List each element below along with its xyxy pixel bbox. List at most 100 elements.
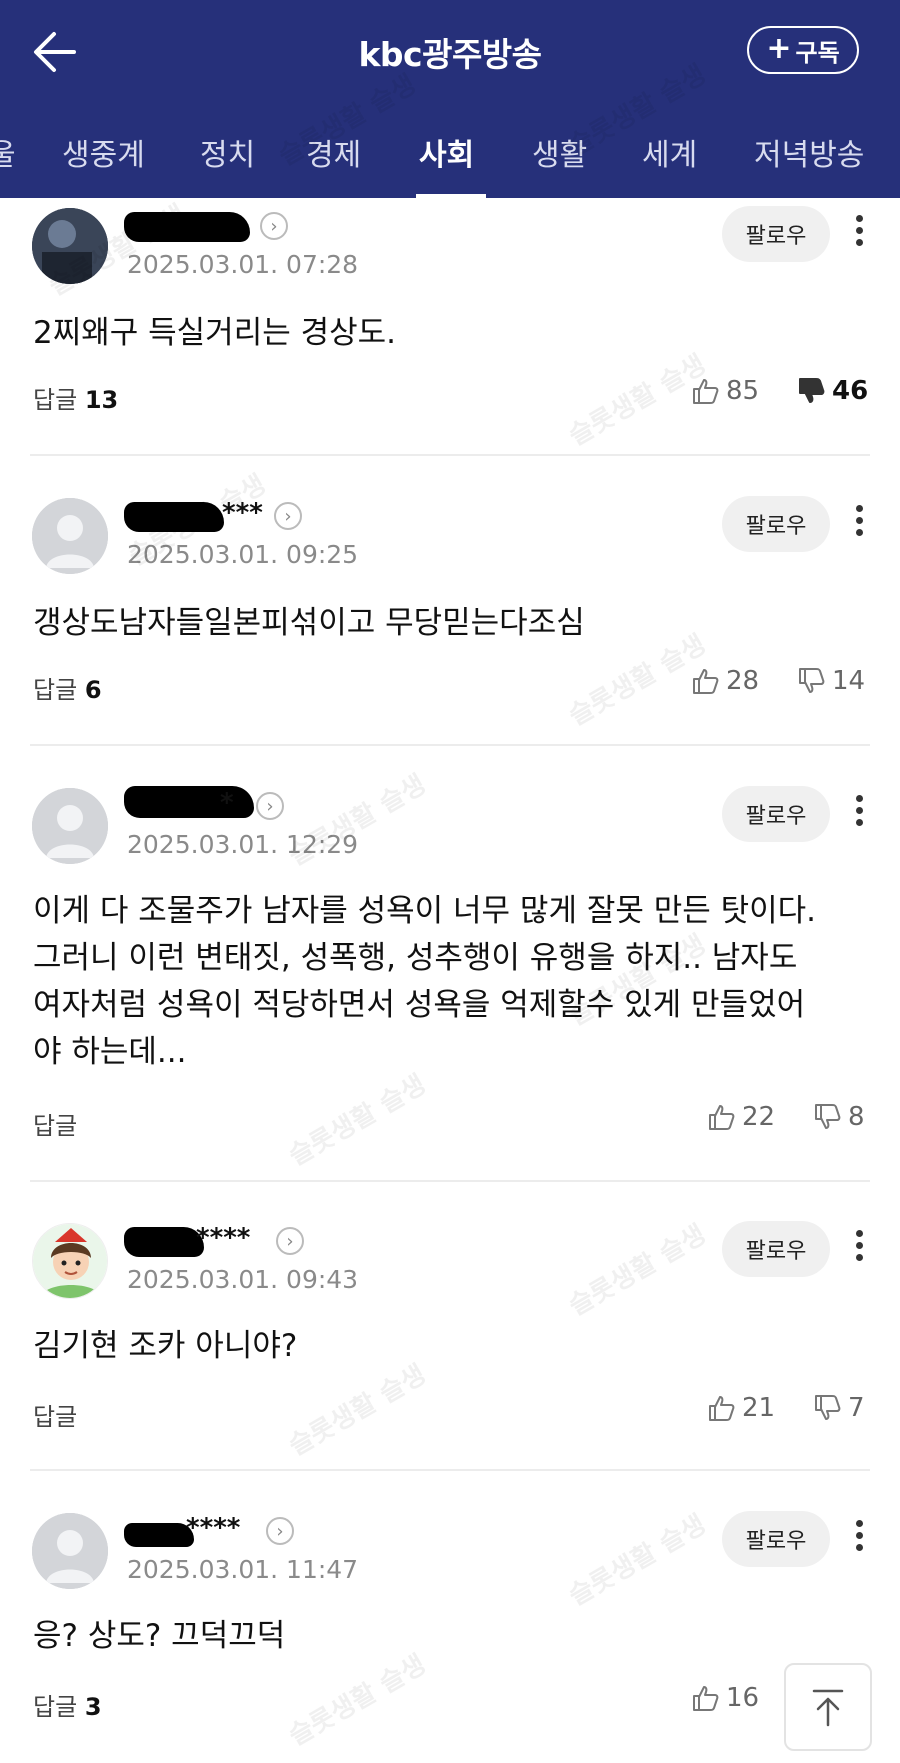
comment-text: 갱상도남자들일본피섞이고 무당믿는다조심: [33, 605, 585, 641]
reply-label: 답글: [33, 1112, 78, 1140]
thumbs-up-icon: [693, 669, 719, 694]
dislike-button[interactable]: 46: [796, 376, 868, 406]
like-count: 22: [742, 1102, 776, 1132]
watermark: 슬롯생활 슬생: [283, 1069, 432, 1172]
active-tab-indicator: [416, 194, 486, 198]
more-options-icon[interactable]: [848, 212, 870, 252]
dislike-button[interactable]: 7: [812, 1393, 865, 1423]
reply-count: 13: [84, 386, 119, 414]
more-options-icon[interactable]: [848, 1227, 870, 1267]
thumbs-up-icon: [693, 1686, 719, 1711]
thumbs-down-icon: [799, 668, 825, 693]
avatar[interactable]: [32, 1223, 108, 1299]
like-count: 85: [726, 376, 760, 406]
like-button[interactable]: 85: [690, 376, 759, 406]
dislike-count: 14: [832, 666, 866, 696]
like-button[interactable]: 22: [706, 1102, 775, 1132]
tab-society[interactable]: 사회: [419, 130, 474, 174]
reply-link[interactable]: 답글: [33, 1106, 77, 1141]
chevron-right-icon[interactable]: ›: [266, 1517, 294, 1545]
like-button[interactable]: 16: [690, 1683, 759, 1713]
reply-link[interactable]: 답글: [33, 1397, 77, 1432]
subscribe-label: 구독: [795, 38, 840, 67]
comment-timestamp: 2025.03.01. 07:28: [127, 250, 359, 279]
follow-button[interactable]: 팔로우: [722, 206, 830, 262]
comment-timestamp: 2025.03.01. 11:47: [127, 1555, 359, 1584]
more-options-icon[interactable]: [848, 502, 870, 542]
redacted-name: [124, 502, 224, 532]
tab-life[interactable]: 생활: [532, 130, 587, 174]
tab-economy[interactable]: 경제: [306, 130, 361, 174]
watermark: 슬롯생활 슬생: [563, 1219, 712, 1322]
like-count: 28: [726, 666, 760, 696]
redacted-name: [124, 212, 250, 242]
reply-link[interactable]: 답글 3: [33, 1687, 102, 1722]
dislike-button[interactable]: 14: [796, 666, 865, 696]
dislike-button[interactable]: 8: [812, 1102, 865, 1132]
redacted-name: [124, 1523, 194, 1547]
chevron-right-icon[interactable]: ›: [260, 212, 288, 240]
follow-button[interactable]: 팔로우: [722, 1221, 830, 1277]
comment-text: 2찌왜구 득실거리는 경상도.: [33, 315, 397, 351]
follow-button[interactable]: 팔로우: [722, 496, 830, 552]
author-name-suffix: ****: [196, 1223, 251, 1253]
reply-label: 답글: [33, 676, 78, 704]
tab-partial[interactable]: 울: [0, 130, 16, 174]
thumbs-down-icon: [815, 1395, 841, 1420]
avatar[interactable]: [32, 208, 108, 284]
category-tabs: 울 생중계 정치 경제 사회 생활 세계 저녁방송: [0, 118, 900, 198]
thumbs-up-icon: [693, 379, 719, 404]
more-options-icon[interactable]: [848, 792, 870, 832]
chevron-right-icon[interactable]: ›: [274, 502, 302, 530]
divider: [30, 1469, 870, 1471]
reply-link[interactable]: 답글 13: [33, 380, 118, 415]
watermark: 슬롯생활 슬생: [563, 349, 712, 452]
follow-button[interactable]: 팔로우: [722, 1511, 830, 1567]
scroll-to-top-button[interactable]: [784, 1663, 872, 1751]
dislike-count: 7: [848, 1393, 865, 1423]
reply-count: 3: [84, 1693, 102, 1721]
author-name-suffix: ***: [222, 498, 263, 528]
reply-link[interactable]: 답글 6: [33, 670, 102, 705]
chevron-right-icon[interactable]: ›: [256, 792, 284, 820]
follow-button[interactable]: 팔로우: [722, 786, 830, 842]
comment-text: 김기현 조카 아니야?: [33, 1328, 298, 1364]
avatar[interactable]: [32, 788, 108, 864]
tab-live[interactable]: 생중계: [62, 130, 145, 174]
dislike-count: 46: [832, 376, 869, 406]
like-count: 16: [726, 1683, 760, 1713]
comment-timestamp: 2025.03.01. 09:25: [127, 540, 359, 569]
tab-world[interactable]: 세계: [642, 130, 697, 174]
chevron-right-icon[interactable]: ›: [276, 1227, 304, 1255]
dislike-count: 8: [848, 1102, 865, 1132]
subscribe-button[interactable]: + 구독: [747, 26, 859, 74]
thumbs-down-icon: [799, 378, 825, 403]
arrow-up-icon: [812, 1689, 844, 1727]
divider: [30, 454, 870, 456]
tab-politics[interactable]: 정치: [200, 130, 255, 174]
thumbs-down-icon: [815, 1104, 841, 1129]
redacted-name: [124, 786, 254, 818]
author-name-suffix: ****: [186, 1513, 241, 1543]
comment-timestamp: 2025.03.01. 09:43: [127, 1265, 359, 1294]
watermark: 슬롯생활 슬생: [563, 1509, 712, 1612]
app-header: kbc광주방송 + 구독 울 생중계 정치 경제 사회 생활 세계 저녁방송: [0, 0, 900, 198]
tab-evening-news[interactable]: 저녁방송: [754, 130, 864, 174]
plus-icon: +: [766, 30, 792, 66]
divider: [30, 1180, 870, 1182]
reply-count: 6: [84, 676, 102, 704]
avatar[interactable]: [32, 1513, 108, 1589]
comment-text: 응? 상도? 끄덕끄덕: [33, 1618, 286, 1654]
reply-label: 답글: [33, 386, 78, 414]
redacted-name: [124, 1227, 204, 1257]
watermark: 슬롯생활 슬생: [283, 1649, 432, 1752]
more-options-icon[interactable]: [848, 1517, 870, 1557]
divider: [30, 744, 870, 746]
watermark: 슬롯생활 슬생: [283, 1359, 432, 1462]
avatar[interactable]: [32, 498, 108, 574]
reply-label: 답글: [33, 1693, 78, 1721]
like-button[interactable]: 28: [690, 666, 759, 696]
reply-label: 답글: [33, 1403, 78, 1431]
like-button[interactable]: 21: [706, 1393, 775, 1423]
like-count: 21: [742, 1393, 776, 1423]
